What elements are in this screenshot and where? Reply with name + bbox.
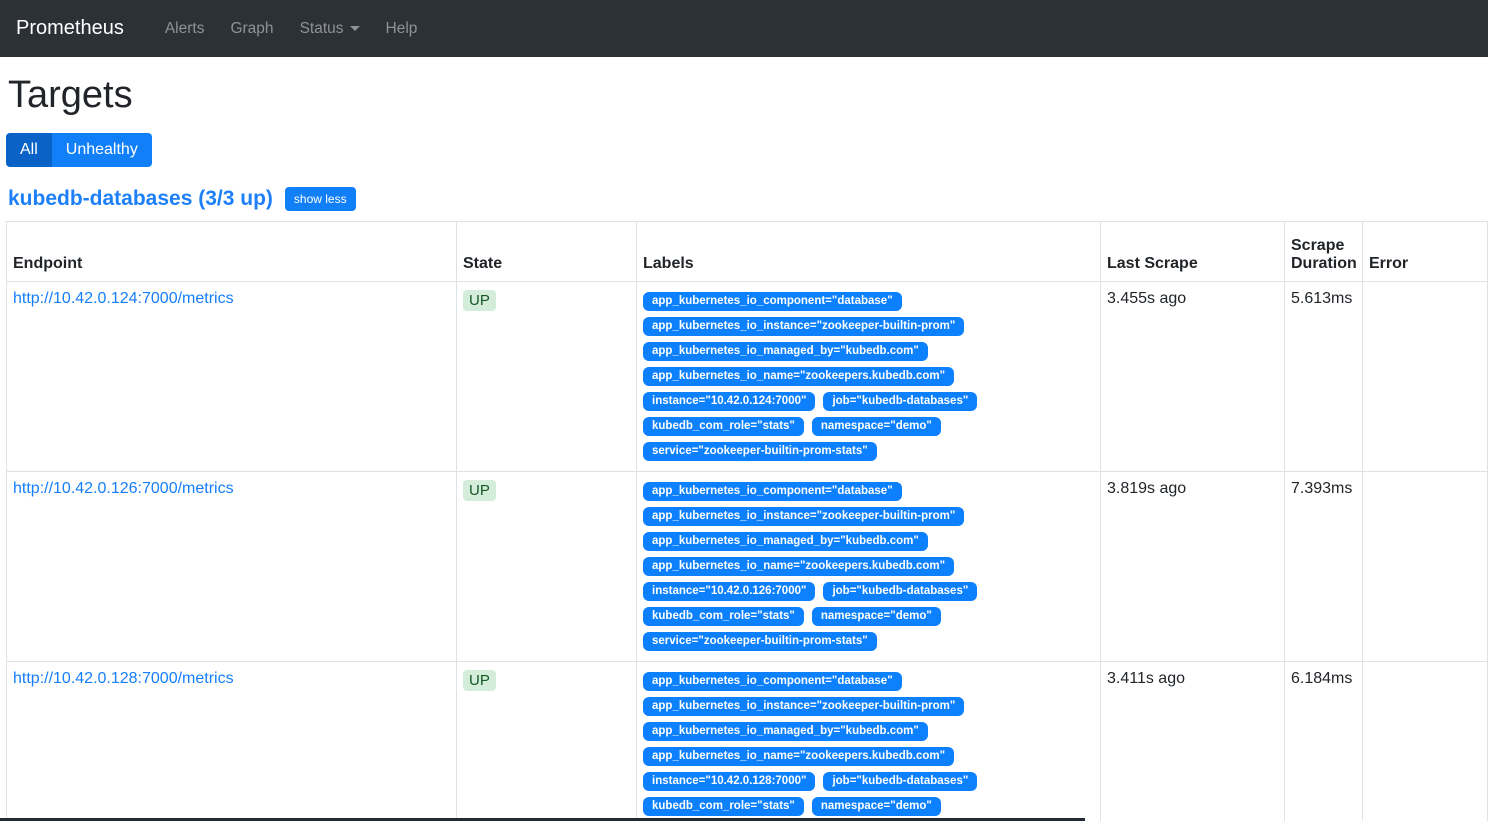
- label-badge[interactable]: app_kubernetes_io_component="database": [643, 482, 902, 501]
- targets-table: Endpoint State Labels Last Scrape Scrape…: [6, 221, 1488, 821]
- show-less-button[interactable]: show less: [285, 187, 356, 211]
- label-badge[interactable]: app_kubernetes_io_name="zookeepers.kubed…: [643, 747, 954, 766]
- last-scrape-value: 3.411s ago: [1101, 662, 1285, 821]
- nav-item-status-label: Status: [300, 20, 344, 38]
- column-header-error: Error: [1363, 222, 1488, 282]
- table-row: http://10.42.0.126:7000/metrics UP app_k…: [7, 472, 1488, 662]
- state-badge: UP: [463, 290, 496, 311]
- label-badge[interactable]: app_kubernetes_io_name="zookeepers.kubed…: [643, 557, 954, 576]
- state-badge: UP: [463, 670, 496, 691]
- nav-item-help[interactable]: Help: [373, 12, 431, 46]
- label-badge[interactable]: namespace="demo": [812, 417, 941, 436]
- label-badge[interactable]: instance="10.42.0.128:7000": [643, 772, 815, 791]
- label-badge[interactable]: service="zookeeper-builtin-prom-stats": [643, 632, 877, 651]
- label-badge[interactable]: job="kubedb-databases": [823, 392, 977, 411]
- endpoint-link[interactable]: http://10.42.0.126:7000/metrics: [13, 480, 234, 497]
- chevron-down-icon: [350, 26, 360, 31]
- label-badge[interactable]: app_kubernetes_io_component="database": [643, 672, 902, 691]
- label-badge[interactable]: app_kubernetes_io_instance="zookeeper-bu…: [643, 697, 964, 716]
- label-badge[interactable]: app_kubernetes_io_component="database": [643, 292, 902, 311]
- table-header-row: Endpoint State Labels Last Scrape Scrape…: [7, 222, 1488, 282]
- labels-list: app_kubernetes_io_component="database" a…: [643, 290, 1094, 463]
- health-filter-group: All Unhealthy: [6, 133, 152, 167]
- last-scrape-value: 3.455s ago: [1101, 282, 1285, 472]
- page-title: Targets: [8, 74, 1488, 117]
- label-badge[interactable]: namespace="demo": [812, 797, 941, 816]
- column-header-scrape-duration: Scrape Duration: [1285, 222, 1363, 282]
- job-section-header: kubedb-databases (3/3 up) show less: [8, 187, 1488, 211]
- scrape-duration-value: 7.393ms: [1285, 472, 1363, 662]
- label-badge[interactable]: app_kubernetes_io_managed_by="kubedb.com…: [643, 722, 928, 741]
- label-badge[interactable]: instance="10.42.0.124:7000": [643, 392, 815, 411]
- label-badge[interactable]: job="kubedb-databases": [823, 772, 977, 791]
- label-badge[interactable]: app_kubernetes_io_managed_by="kubedb.com…: [643, 532, 928, 551]
- label-badge[interactable]: kubedb_com_role="stats": [643, 797, 804, 816]
- column-header-endpoint: Endpoint: [7, 222, 457, 282]
- scrape-duration-value: 6.184ms: [1285, 662, 1363, 821]
- last-scrape-value: 3.819s ago: [1101, 472, 1285, 662]
- label-badge[interactable]: app_kubernetes_io_instance="zookeeper-bu…: [643, 507, 964, 526]
- label-badge[interactable]: app_kubernetes_io_name="zookeepers.kubed…: [643, 367, 954, 386]
- error-value: [1363, 472, 1488, 662]
- table-row: http://10.42.0.128:7000/metrics UP app_k…: [7, 662, 1488, 821]
- label-badge[interactable]: job="kubedb-databases": [823, 582, 977, 601]
- endpoint-link[interactable]: http://10.42.0.128:7000/metrics: [13, 670, 234, 687]
- nav-item-alerts[interactable]: Alerts: [152, 12, 218, 46]
- state-badge: UP: [463, 480, 496, 501]
- scrape-duration-value: 5.613ms: [1285, 282, 1363, 472]
- column-header-state: State: [457, 222, 637, 282]
- column-header-labels: Labels: [637, 222, 1101, 282]
- labels-list: app_kubernetes_io_component="database" a…: [643, 670, 1094, 821]
- nav-item-graph[interactable]: Graph: [217, 12, 286, 46]
- label-badge[interactable]: app_kubernetes_io_managed_by="kubedb.com…: [643, 342, 928, 361]
- label-badge[interactable]: namespace="demo": [812, 607, 941, 626]
- column-header-last-scrape: Last Scrape: [1101, 222, 1285, 282]
- label-badge[interactable]: service="zookeeper-builtin-prom-stats": [643, 442, 877, 461]
- error-value: [1363, 662, 1488, 821]
- error-value: [1363, 282, 1488, 472]
- job-title[interactable]: kubedb-databases (3/3 up): [8, 187, 273, 211]
- labels-list: app_kubernetes_io_component="database" a…: [643, 480, 1094, 653]
- nav-item-status[interactable]: Status: [287, 12, 373, 46]
- table-row: http://10.42.0.124:7000/metrics UP app_k…: [7, 282, 1488, 472]
- targets-page: Targets All Unhealthy kubedb-databases (…: [0, 74, 1488, 821]
- label-badge[interactable]: instance="10.42.0.126:7000": [643, 582, 815, 601]
- label-badge[interactable]: kubedb_com_role="stats": [643, 607, 804, 626]
- filter-unhealthy-button[interactable]: Unhealthy: [52, 133, 152, 167]
- filter-all-button[interactable]: All: [6, 133, 52, 167]
- brand-prometheus[interactable]: Prometheus: [16, 17, 124, 40]
- label-badge[interactable]: app_kubernetes_io_instance="zookeeper-bu…: [643, 317, 964, 336]
- top-navbar: Prometheus Alerts Graph Status Help: [0, 0, 1488, 57]
- label-badge[interactable]: kubedb_com_role="stats": [643, 417, 804, 436]
- endpoint-link[interactable]: http://10.42.0.124:7000/metrics: [13, 290, 234, 307]
